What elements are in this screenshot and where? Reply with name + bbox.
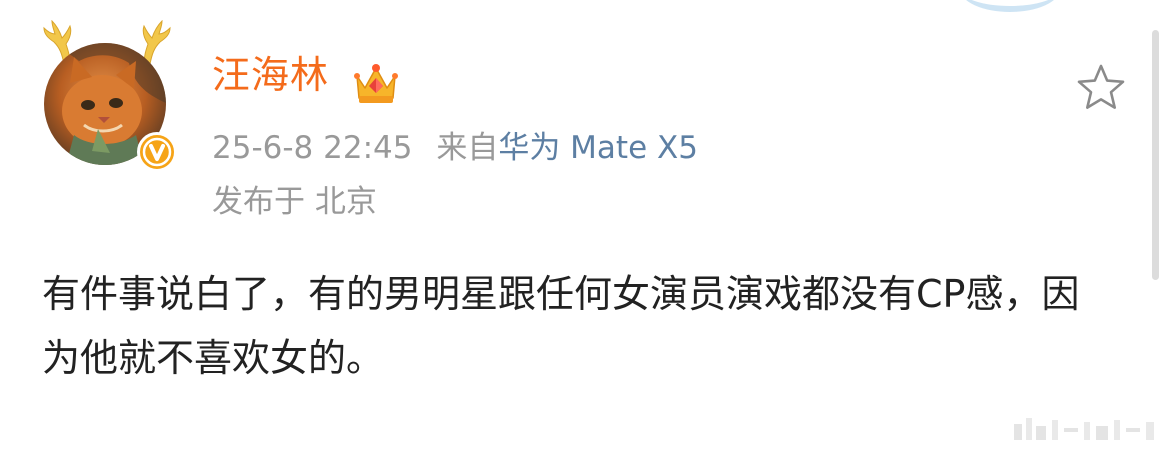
avatar-container[interactable] — [40, 20, 177, 175]
favorite-button[interactable] — [1074, 62, 1128, 114]
source-prefix: 来自 — [436, 130, 499, 166]
post-content: 有件事说白了，有的男明星跟任何女演员演戏都没有CP感，因为他就不喜欢女的。 — [42, 272, 1080, 380]
scrollbar[interactable] — [1152, 30, 1159, 280]
device-source-link[interactable]: 华为 Mate X5 — [498, 130, 698, 166]
watermark-icon — [1014, 418, 1154, 440]
weibo-post: 汪海林 25-6-8 22:45 来自华为 Mate X5 发布于 北京 有件事… — [0, 0, 1170, 455]
top-decoration — [960, 0, 1060, 12]
post-location: 发布于 北京 — [212, 184, 377, 220]
verified-v-icon — [142, 137, 172, 167]
crown-icon — [354, 64, 398, 103]
star-outline-icon — [1077, 64, 1125, 109]
post-meta: 25-6-8 22:45 来自华为 Mate X5 — [212, 131, 698, 165]
verified-badge — [137, 132, 177, 172]
post-timestamp: 25-6-8 22:45 — [212, 130, 413, 166]
user-name[interactable]: 汪海林 — [212, 56, 329, 94]
